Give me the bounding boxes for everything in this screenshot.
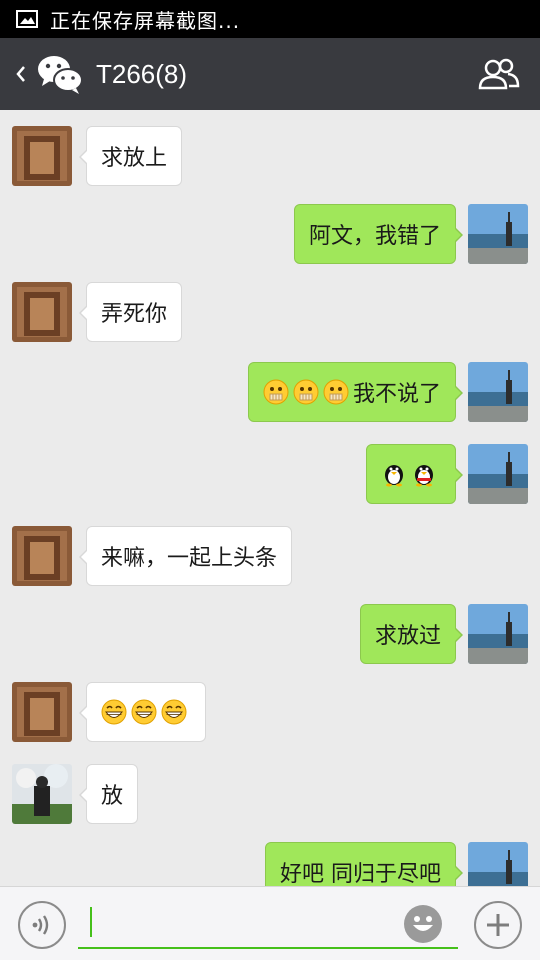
voice-icon — [32, 915, 49, 935]
message-bubble[interactable]: 来嘛，一起上头条 — [78, 526, 293, 586]
message-text: 阿文，我错了 — [308, 224, 441, 249]
penguin-emoji-icon — [415, 465, 433, 487]
message-text: 求放过 — [374, 624, 441, 649]
plus-icon — [487, 914, 509, 936]
message-text: 我不说了 — [352, 382, 441, 407]
avatar-a[interactable] — [12, 682, 72, 742]
grin-emoji-icon — [101, 699, 127, 725]
message-bubble[interactable]: 放 — [78, 764, 139, 824]
message-bubble[interactable]: 求放过 — [359, 604, 464, 664]
chat-title: T266(8) — [96, 58, 188, 89]
image-icon — [16, 10, 38, 28]
avatar-a[interactable] — [12, 126, 72, 186]
mouth-zipped-emoji-icon — [263, 379, 289, 405]
text-caret — [90, 907, 92, 937]
avatar-a[interactable] — [12, 282, 72, 342]
message-text: 来嘛，一起上头条 — [101, 546, 278, 571]
message-input[interactable] — [78, 899, 458, 949]
message-bubble[interactable]: 阿文，我错了 — [293, 204, 464, 264]
status-bar: 正在保存屏幕截图... — [0, 0, 540, 38]
message-bubble[interactable] — [366, 444, 463, 504]
avatar-me[interactable] — [468, 444, 528, 504]
avatar-b[interactable] — [12, 764, 72, 824]
group-members-button[interactable] — [476, 52, 522, 96]
voice-input-button[interactable] — [18, 901, 66, 949]
message-bubble[interactable]: 弄死你 — [78, 282, 183, 342]
avatar-a[interactable] — [12, 526, 72, 586]
wechat-logo-icon — [38, 56, 83, 94]
message-text: 求放上 — [101, 146, 168, 171]
penguin-emoji-icon — [385, 465, 403, 487]
mouth-zipped-emoji-icon — [323, 379, 349, 405]
status-text: 正在保存屏幕截图... — [50, 8, 241, 33]
message-bubble[interactable]: 求放上 — [78, 126, 183, 186]
chevron-left-icon — [16, 66, 25, 82]
message-bubble[interactable]: 我不说了 — [247, 362, 464, 422]
message-text: 好吧 同归于尽吧 — [280, 862, 441, 886]
grin-emoji-icon — [161, 699, 187, 725]
chat-header: T266(8) — [0, 38, 540, 110]
people-icon — [478, 58, 520, 90]
message-bubble[interactable] — [79, 682, 206, 742]
input-bar — [0, 886, 540, 960]
more-options-button[interactable] — [474, 901, 522, 949]
message-bubble[interactable]: 好吧 同归于尽吧 — [265, 842, 463, 886]
avatar-me[interactable] — [468, 204, 528, 264]
grin-emoji-icon — [131, 699, 157, 725]
message-text: 放 — [101, 784, 124, 809]
message-list[interactable]: 求放上 阿文，我错了 弄死你 我不说了 来嘛，一起上头条 求放过 放 好吧 同归… — [0, 110, 540, 886]
avatar-me[interactable] — [468, 604, 528, 664]
smiley-icon — [405, 906, 441, 942]
emoji-button[interactable] — [404, 905, 442, 943]
back-button[interactable] — [6, 38, 36, 110]
message-text: 弄死你 — [101, 302, 168, 327]
avatar-me[interactable] — [468, 362, 528, 422]
avatar-me[interactable] — [468, 842, 528, 886]
mouth-zipped-emoji-icon — [293, 379, 319, 405]
